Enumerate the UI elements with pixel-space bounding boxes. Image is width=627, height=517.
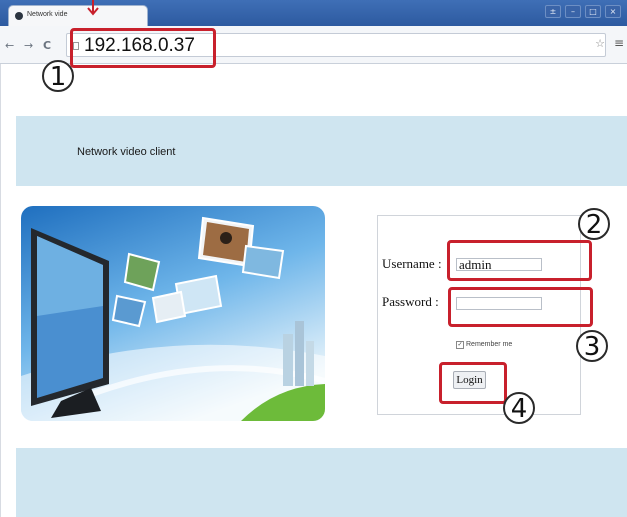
- window-controls: ± – □ ×: [545, 5, 621, 18]
- callout-password: [448, 287, 593, 327]
- callout-url: [70, 28, 216, 68]
- callout-login: [439, 362, 507, 404]
- step-3-badge: 3: [576, 330, 608, 362]
- page-title: Network video client: [77, 146, 176, 158]
- browser-tab[interactable]: Network vide: [8, 5, 148, 26]
- favicon-icon: [15, 12, 23, 20]
- minimize-button[interactable]: –: [565, 5, 581, 18]
- maximize-button[interactable]: □: [585, 5, 601, 18]
- back-icon[interactable]: ←: [5, 39, 14, 52]
- hero-illustration: [21, 216, 325, 421]
- tab-title: Network vide: [27, 11, 68, 18]
- window-extra-button[interactable]: ±: [545, 5, 561, 18]
- remember-checkbox[interactable]: ✓: [456, 341, 464, 349]
- step-4-badge: 4: [503, 392, 535, 424]
- step-1-badge: 1: [42, 60, 74, 92]
- reload-icon[interactable]: C: [43, 39, 51, 52]
- close-button[interactable]: ×: [605, 5, 621, 18]
- forward-icon[interactable]: →: [24, 39, 33, 52]
- pointer-arrow-icon: [87, 0, 99, 16]
- remember-me[interactable]: ✓ Remember me: [456, 341, 512, 349]
- menu-icon[interactable]: ≡: [614, 36, 624, 50]
- password-label: Password :: [382, 294, 439, 309]
- star-icon[interactable]: ☆: [595, 37, 605, 50]
- remember-label: Remember me: [466, 341, 513, 348]
- step-2-badge: 2: [578, 208, 610, 240]
- footer-band: [16, 448, 627, 517]
- callout-username: [447, 240, 592, 281]
- hero-image: [21, 206, 325, 421]
- username-label: Username :: [382, 256, 442, 271]
